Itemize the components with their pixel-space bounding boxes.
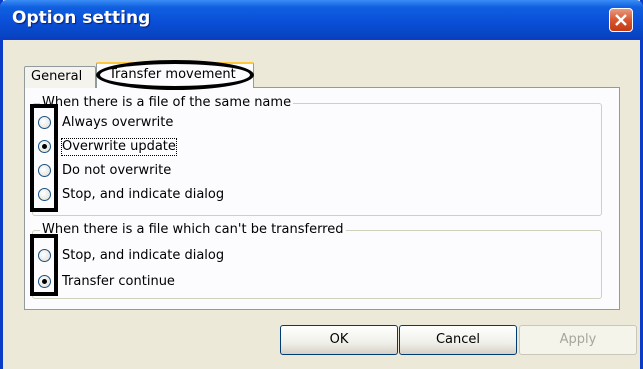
dialog-title: Option setting: [12, 8, 151, 28]
cant-transfer-group-legend: When there is a file which can't be tran…: [40, 222, 346, 238]
radio-do-not-overwrite[interactable]: [38, 164, 51, 177]
radio-overwrite-update[interactable]: [38, 140, 51, 153]
radio-label-always-overwrite[interactable]: Always overwrite: [62, 115, 173, 131]
close-button[interactable]: [609, 8, 633, 32]
apply-button[interactable]: Apply: [519, 325, 637, 355]
radio-label-transfer-continue[interactable]: Transfer continue: [62, 274, 175, 290]
tab-general-label: General: [31, 69, 83, 84]
tab-transfer-movement-label: Transfer movement: [109, 67, 236, 82]
tab-transfer-movement[interactable]: Transfer movement: [96, 62, 254, 88]
radio-transfer-continue[interactable]: [38, 275, 51, 288]
ok-button[interactable]: OK: [280, 325, 398, 355]
radio-stop-indicate-dialog-transfer[interactable]: [38, 249, 51, 262]
same-name-group-legend: When there is a file of the same name: [40, 95, 294, 111]
radio-label-do-not-overwrite[interactable]: Do not overwrite: [62, 163, 171, 179]
radio-label-overwrite-update[interactable]: Overwrite update: [61, 138, 177, 156]
radio-selected-dot: [42, 144, 47, 149]
radio-selected-dot: [42, 279, 47, 284]
close-x-icon: [615, 14, 627, 26]
radio-label-stop-indicate-dialog-transfer[interactable]: Stop, and indicate dialog: [62, 248, 224, 264]
title-bar[interactable]: Option setting: [0, 0, 643, 40]
radio-always-overwrite[interactable]: [38, 116, 51, 129]
tab-general[interactable]: General: [24, 66, 96, 88]
cancel-button[interactable]: Cancel: [399, 325, 517, 355]
radio-label-stop-indicate-dialog-same-name[interactable]: Stop, and indicate dialog: [62, 187, 224, 203]
radio-stop-indicate-dialog-same-name[interactable]: [38, 188, 51, 201]
